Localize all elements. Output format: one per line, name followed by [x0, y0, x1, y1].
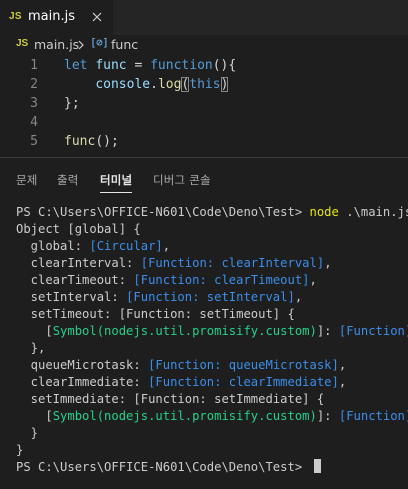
variable-symbol-icon: [⊘] [90, 36, 109, 49]
terminal-line: clearTimeout: [Function: clearTimeout], [16, 273, 317, 287]
line-number: 3 [30, 96, 38, 111]
command-arg: .\main.js [338, 205, 408, 219]
tab-title: main.js [28, 9, 75, 24]
vscode-window: JS main.js JS main.js [⊘] func 1 let fun… [0, 0, 408, 489]
terminal-line: setImmediate: [Function: setImmediate] { [16, 392, 325, 406]
variable-token: console [95, 77, 151, 92]
prompt: PS C:\Users\OFFICE-N601\Code\Deno\Test> [16, 460, 310, 474]
line-number: 2 [30, 77, 38, 92]
terminal-line: queueMicrotask: [Function: queueMicrotas… [16, 358, 347, 372]
terminal-line: global: [Circular], [16, 239, 171, 253]
tab-debug-console[interactable]: 디버그 콘솔 [153, 172, 211, 188]
code-editor[interactable]: 1 let func = function(){ 2 console.log(t… [0, 56, 408, 154]
terminal-line: PS C:\Users\OFFICE-N601\Code\Deno\Test> [16, 459, 321, 476]
code-text: }; [64, 96, 80, 111]
code-text: let func = function(){ [64, 56, 236, 75]
breadcrumb: JS main.js [⊘] func [0, 35, 408, 56]
active-tab-indicator [100, 192, 132, 193]
terminal-cursor [313, 459, 321, 473]
terminal-line: [Symbol(nodejs.util.promisify.custom)]: … [16, 409, 408, 423]
terminal-line: setTimeout: [Function: setTimeout] { [16, 307, 295, 321]
command: node [309, 205, 339, 219]
code-line: 2 console.log(this) [0, 75, 408, 94]
line-number: 1 [30, 58, 38, 73]
terminal-line: }, [16, 341, 46, 355]
close-icon[interactable] [90, 10, 104, 24]
breadcrumb-file[interactable]: main.js [34, 37, 79, 52]
prompt: PS C:\Users\OFFICE-N601\Code\Deno\Test> [16, 205, 310, 219]
breadcrumb-symbol[interactable]: func [111, 37, 138, 52]
punctuation-token: . [150, 77, 158, 92]
javascript-file-icon: JS [16, 38, 29, 49]
tab-main-js[interactable]: JS main.js [0, 0, 113, 35]
function-token: log [157, 77, 182, 92]
tab-output[interactable]: 출력 [57, 172, 79, 188]
punctuation-token: (); [95, 134, 119, 149]
code-line: 1 let func = function(){ [0, 56, 408, 75]
variable-token: func [95, 58, 127, 73]
terminal-line: Object [global] { [16, 222, 141, 236]
terminal-line: } [16, 443, 24, 457]
function-token: func [64, 134, 96, 149]
code-text: func(); [64, 132, 119, 151]
code-line: 3 }; [0, 94, 408, 113]
terminal-line: PS C:\Users\OFFICE-N601\Code\Deno\Test> … [16, 204, 408, 221]
keyword-token: this [189, 77, 221, 92]
line-number: 5 [30, 134, 38, 149]
editor-tab-bar: JS main.js [0, 0, 408, 35]
terminal-line: } [16, 426, 39, 440]
terminal-line: clearInterval: [Function: clearInterval]… [16, 256, 332, 270]
tab-problems[interactable]: 문제 [16, 172, 38, 188]
panel-tab-bar: 문제 출력 터미널 디버그 콘솔 [0, 158, 408, 196]
line-number: 4 [30, 115, 38, 130]
code-text: console.log(this) [64, 75, 229, 94]
javascript-file-icon: JS [9, 11, 22, 22]
operator-token: = [126, 58, 151, 73]
code-line: 4 [0, 113, 408, 132]
terminal-line: [Symbol(nodejs.util.promisify.custom)]: … [16, 324, 408, 338]
bracket-match-close: ) [220, 77, 229, 92]
terminal[interactable]: PS C:\Users\OFFICE-N601\Code\Deno\Test> … [0, 196, 408, 489]
tab-terminal[interactable]: 터미널 [100, 172, 132, 188]
terminal-line: clearImmediate: [Function: clearImmediat… [16, 375, 347, 389]
keyword-token: function [150, 58, 213, 73]
punctuation-token: (){ [212, 58, 237, 73]
chevron-right-icon [78, 40, 84, 50]
keyword-token: let [64, 58, 88, 73]
code-line: 5 func(); [0, 132, 408, 151]
terminal-line: setInterval: [Function: setInterval], [16, 290, 303, 304]
